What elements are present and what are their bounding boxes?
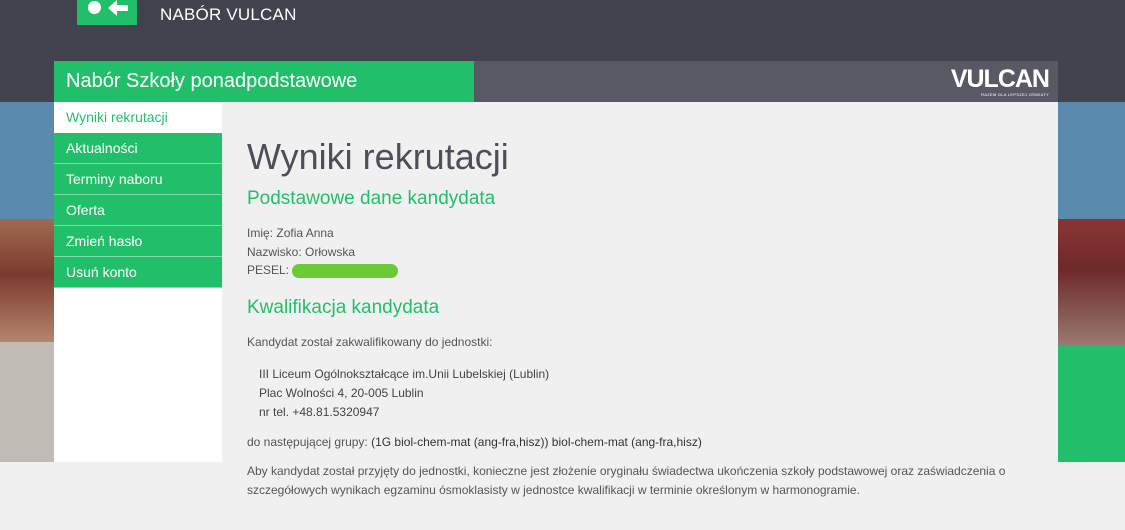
vulcan-logo[interactable]: VULCAN RAZEM DLA LEPSZEJ OŚWIATY [950,65,1050,97]
last-name-label: Nazwisko: [247,245,302,259]
app-logo-icon[interactable] [77,0,137,25]
first-name-row: Imię: Zofia Anna [247,226,334,240]
background-band-right-lower [1058,346,1125,462]
sidebar-nav: Wyniki rekrutacji Aktualności Terminy na… [54,102,222,462]
first-name-value: Zofia Anna [276,226,334,240]
group-row: do następującej grupy: (1G biol-chem-mat… [247,435,702,449]
unit-phone: nr tel. +48.81.5320947 [259,405,380,419]
sidebar-item-terminy-naboru[interactable]: Terminy naboru [54,164,222,195]
background-band-left-lower [0,342,54,462]
sidebar-item-wyniki-rekrutacji[interactable]: Wyniki rekrutacji [54,102,222,133]
brand-name: VULCAN [950,65,1050,93]
main-content: Wyniki rekrutacji Podstawowe dane kandyd… [222,102,1058,497]
sidebar-item-zmien-haslo[interactable]: Zmień hasło [54,226,222,257]
first-name-label: Imię: [247,226,274,240]
background-photo-right [1058,219,1125,346]
sidebar-item-oferta[interactable]: Oferta [54,195,222,226]
sidebar-item-aktualnosci[interactable]: Aktualności [54,133,222,164]
logo-arrow-icon [108,0,128,16]
qualification-intro: Kandydat został zakwalifikowany do jedno… [247,335,493,349]
last-name-value: Orłowska [305,245,356,259]
group-label: do następującej grupy: [247,435,368,449]
unit-name: III Liceum Ogólnokształcące im.Unii Lube… [259,367,550,381]
app-title: NABÓR VULCAN [160,5,297,24]
background-band-left [0,102,54,219]
pesel-row: PESEL: [247,263,399,278]
background-photo-left [0,219,54,342]
admission-note: Aby kandydat został przyjęty do jednostk… [247,464,1006,497]
group-value: (1G biol-chem-mat (ang-fra,hisz)) biol-c… [371,435,702,449]
basic-data-heading: Podstawowe dane kandydata [247,188,496,209]
unit-details: III Liceum Ogólnokształcące im.Unii Lube… [259,365,549,422]
logo-dot-icon [88,1,101,14]
pesel-redacted-mask [292,263,399,278]
qualification-heading: Kwalifikacja kandydata [247,297,440,318]
page-title: Wyniki rekrutacji [247,136,509,177]
sidebar-item-usun-konto[interactable]: Usuń konto [54,257,222,288]
background-band-right [1058,102,1125,219]
brand-bar: VULCAN RAZEM DLA LEPSZEJ OŚWIATY [474,61,1058,102]
pesel-label: PESEL: [247,263,290,277]
module-title: Nabór Szkoły ponadpodstawowe [66,70,358,92]
module-header: Nabór Szkoły ponadpodstawowe [54,61,474,102]
last-name-row: Nazwisko: Orłowska [247,245,355,259]
unit-address: Plac Wolności 4, 20-005 Lublin [259,386,424,400]
